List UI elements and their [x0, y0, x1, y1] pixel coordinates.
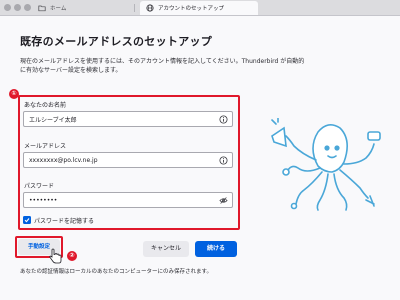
tab-account-setup-label: アカウントのセットアップ: [158, 6, 225, 12]
window-controls: [4, 4, 31, 11]
globe-icon: [146, 4, 154, 12]
password-field-value: ••••••••: [29, 196, 58, 204]
credentials-note: あなたの認証情報はローカルのあなたのコンピューターにのみ保存されます。: [20, 269, 212, 275]
tab-account-setup[interactable]: アカウントのセットアップ: [140, 1, 258, 15]
info-icon: [219, 114, 228, 124]
email-field[interactable]: xxxxxxxx@po.lcv.ne.jp: [23, 152, 233, 168]
email-field-value: xxxxxxxx@po.lcv.ne.jp: [29, 156, 98, 164]
folder-icon: [38, 5, 46, 12]
password-field-label: パスワード: [24, 183, 55, 190]
octopus-mascot-icon: [271, 118, 381, 211]
annotation-badge-2: ②: [67, 251, 77, 261]
maximize-window-button[interactable]: [24, 4, 31, 11]
tab-bar: ホーム アカウントのセットアップ: [0, 0, 400, 16]
minimize-window-button[interactable]: [14, 4, 21, 11]
tab-home[interactable]: ホーム: [38, 1, 66, 15]
checkmark-icon: [24, 218, 30, 223]
name-field-label: あなたのお名前: [24, 102, 67, 109]
info-icon: [219, 155, 228, 165]
remember-password-checkbox[interactable]: [23, 216, 31, 224]
email-field-label: メールアドレス: [24, 143, 67, 150]
password-field[interactable]: ••••••••: [23, 192, 233, 208]
tab-home-label: ホーム: [50, 6, 67, 12]
name-field-value: エルシーブイ太郎: [29, 116, 77, 124]
tab-separator: [134, 4, 135, 12]
cancel-button[interactable]: キャンセル: [143, 241, 189, 257]
eye-slash-icon[interactable]: [219, 196, 228, 205]
continue-button[interactable]: 続ける: [195, 241, 237, 257]
pointing-hand-icon: [49, 248, 62, 264]
close-window-button[interactable]: [4, 4, 11, 11]
remember-password-label[interactable]: パスワードを記憶する: [34, 216, 94, 225]
page-description: 現在のメールアドレスを使用するには、そのアカウント情報を記入してください。Thu…: [20, 58, 305, 74]
page-title: 既存のメールアドレスのセットアップ: [20, 35, 213, 48]
name-field[interactable]: エルシーブイ太郎: [23, 111, 233, 127]
